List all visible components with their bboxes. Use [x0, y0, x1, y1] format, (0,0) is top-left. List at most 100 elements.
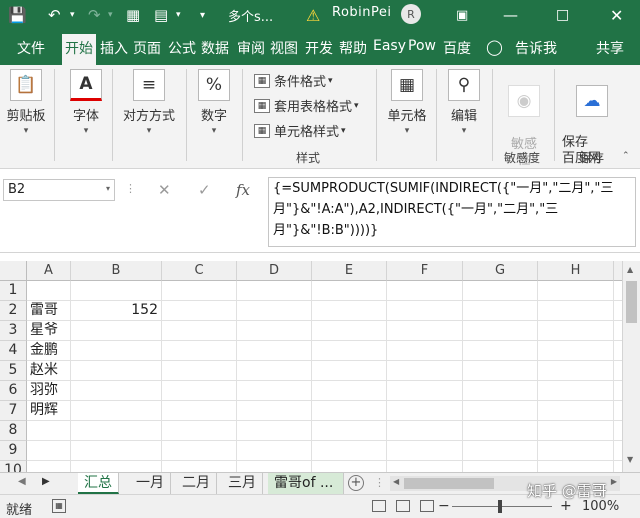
tab-baidu[interactable]: 百度 — [443, 38, 471, 58]
column-header[interactable]: B — [71, 261, 162, 281]
minimize-icon[interactable]: — — [503, 5, 518, 25]
tab-formulas[interactable]: 公式 — [168, 38, 196, 58]
row-header[interactable]: 6 — [0, 381, 27, 401]
grid-cell[interactable] — [71, 361, 162, 381]
macro-record-icon[interactable]: ▦ — [52, 499, 66, 513]
select-all-corner[interactable] — [0, 261, 27, 281]
grid-cell[interactable] — [463, 441, 538, 461]
grid-cell[interactable] — [71, 381, 162, 401]
prev-sheet-icon[interactable]: ◀ — [18, 476, 26, 487]
tab-insert[interactable]: 插入 — [100, 38, 128, 58]
grid-cell[interactable] — [237, 401, 312, 421]
scroll-up-icon[interactable]: ▲ — [627, 265, 633, 274]
grid-cell[interactable] — [538, 381, 614, 401]
cancel-icon[interactable]: ✕ — [158, 181, 171, 199]
row-header[interactable]: 5 — [0, 361, 27, 381]
grid-cell[interactable] — [614, 461, 622, 472]
grid-cell[interactable] — [312, 441, 387, 461]
grid-cell[interactable] — [237, 301, 312, 321]
grid-cell[interactable] — [614, 401, 622, 421]
grid-cell[interactable] — [162, 381, 237, 401]
grid-cell[interactable] — [614, 281, 622, 301]
grid-cell[interactable] — [237, 361, 312, 381]
lightbulb-icon[interactable]: ◯ — [486, 38, 503, 58]
grid-cell[interactable] — [162, 281, 237, 301]
chart-icon[interactable]: ▤ — [154, 5, 168, 25]
collapse-ribbon-icon[interactable]: ⌃ — [622, 151, 630, 161]
grid-cell[interactable] — [538, 461, 614, 472]
grid-cell[interactable] — [387, 421, 463, 441]
grid-cell[interactable] — [237, 381, 312, 401]
number-button[interactable]: % 数字 ▾ — [192, 69, 236, 136]
grid-cell[interactable] — [312, 461, 387, 472]
grid-cell[interactable] — [387, 341, 463, 361]
tab-review[interactable]: 审阅 — [237, 38, 265, 58]
grid-cell[interactable] — [71, 441, 162, 461]
format-as-table-button[interactable]: ▦ 套用表格格式 ▾ — [254, 96, 359, 115]
grid-cell[interactable] — [312, 361, 387, 381]
grid-cell[interactable] — [463, 321, 538, 341]
grid-cell[interactable] — [312, 401, 387, 421]
zoom-slider-thumb[interactable] — [498, 500, 502, 513]
tab-page-layout[interactable]: 页面 — [133, 38, 161, 58]
column-header[interactable]: E — [312, 261, 387, 281]
insert-function-icon[interactable]: fx — [236, 181, 250, 199]
maximize-icon[interactable]: □ — [556, 5, 569, 25]
grid-cell[interactable]: 152 — [71, 301, 162, 321]
grid-cell[interactable] — [71, 321, 162, 341]
grid-cell[interactable] — [463, 301, 538, 321]
scroll-right-icon[interactable]: ▶ — [611, 477, 617, 486]
grid-cell[interactable] — [387, 361, 463, 381]
redo-icon[interactable]: ↷ — [88, 5, 101, 25]
grid-cell[interactable] — [463, 381, 538, 401]
grid-cell[interactable] — [312, 321, 387, 341]
row-header[interactable]: 4 — [0, 341, 27, 361]
name-box[interactable]: B2 ▾ — [3, 179, 115, 201]
grid-cell[interactable]: 星爷 — [27, 321, 71, 341]
grid-cell[interactable] — [71, 401, 162, 421]
tab-developer[interactable]: 开发 — [305, 38, 333, 58]
row-header[interactable]: 8 — [0, 421, 27, 441]
grid-cell[interactable] — [27, 441, 71, 461]
tab-view[interactable]: 视图 — [270, 38, 298, 58]
sheet-tab-summary[interactable]: 汇总 — [78, 473, 119, 494]
zoom-level[interactable]: 100% — [582, 499, 619, 514]
undo-dropdown-icon[interactable]: ▾ — [70, 5, 75, 25]
scroll-left-icon[interactable]: ◀ — [393, 477, 399, 486]
avatar[interactable]: R — [401, 4, 421, 24]
grid-cell[interactable] — [162, 301, 237, 321]
scroll-thumb[interactable] — [626, 281, 637, 323]
grid-cell[interactable] — [312, 281, 387, 301]
grid-cell[interactable] — [538, 301, 614, 321]
clipboard-button[interactable]: 📋 剪贴板 ▾ — [4, 69, 48, 136]
grid-cell[interactable] — [614, 441, 622, 461]
font-button[interactable]: A 字体 ▾ — [64, 69, 108, 136]
grid-cell[interactable]: 明辉 — [27, 401, 71, 421]
column-header[interactable]: G — [463, 261, 538, 281]
close-icon[interactable]: ✕ — [610, 5, 623, 25]
chevron-down-icon[interactable]: ▾ — [106, 184, 110, 193]
sheet-tab-jan[interactable]: 一月 — [130, 473, 171, 494]
grid-cell[interactable] — [614, 321, 622, 341]
grid-cell[interactable] — [162, 461, 237, 472]
grid-cell[interactable] — [71, 421, 162, 441]
enter-icon[interactable]: ✓ — [198, 181, 211, 199]
grid-cell[interactable] — [27, 281, 71, 301]
grid-cell[interactable] — [387, 401, 463, 421]
grid-cell[interactable] — [463, 281, 538, 301]
grid-cell[interactable] — [614, 361, 622, 381]
zoom-slider[interactable] — [452, 506, 552, 507]
column-header[interactable]: C — [162, 261, 237, 281]
grid-cell[interactable] — [162, 321, 237, 341]
grid-cell[interactable] — [463, 341, 538, 361]
zoom-out-icon[interactable]: − — [438, 498, 450, 514]
customize-quick-access-icon[interactable]: ▾ — [200, 5, 205, 25]
grid-cell[interactable] — [162, 441, 237, 461]
cells-button[interactable]: ▦ 单元格 ▾ — [382, 69, 432, 136]
grid-cell[interactable] — [538, 321, 614, 341]
grid-cell[interactable] — [71, 461, 162, 472]
grid-cell[interactable] — [387, 281, 463, 301]
grid-cell[interactable] — [162, 341, 237, 361]
grid-cell[interactable] — [71, 341, 162, 361]
ribbon-display-icon[interactable]: ▣ — [456, 5, 468, 25]
